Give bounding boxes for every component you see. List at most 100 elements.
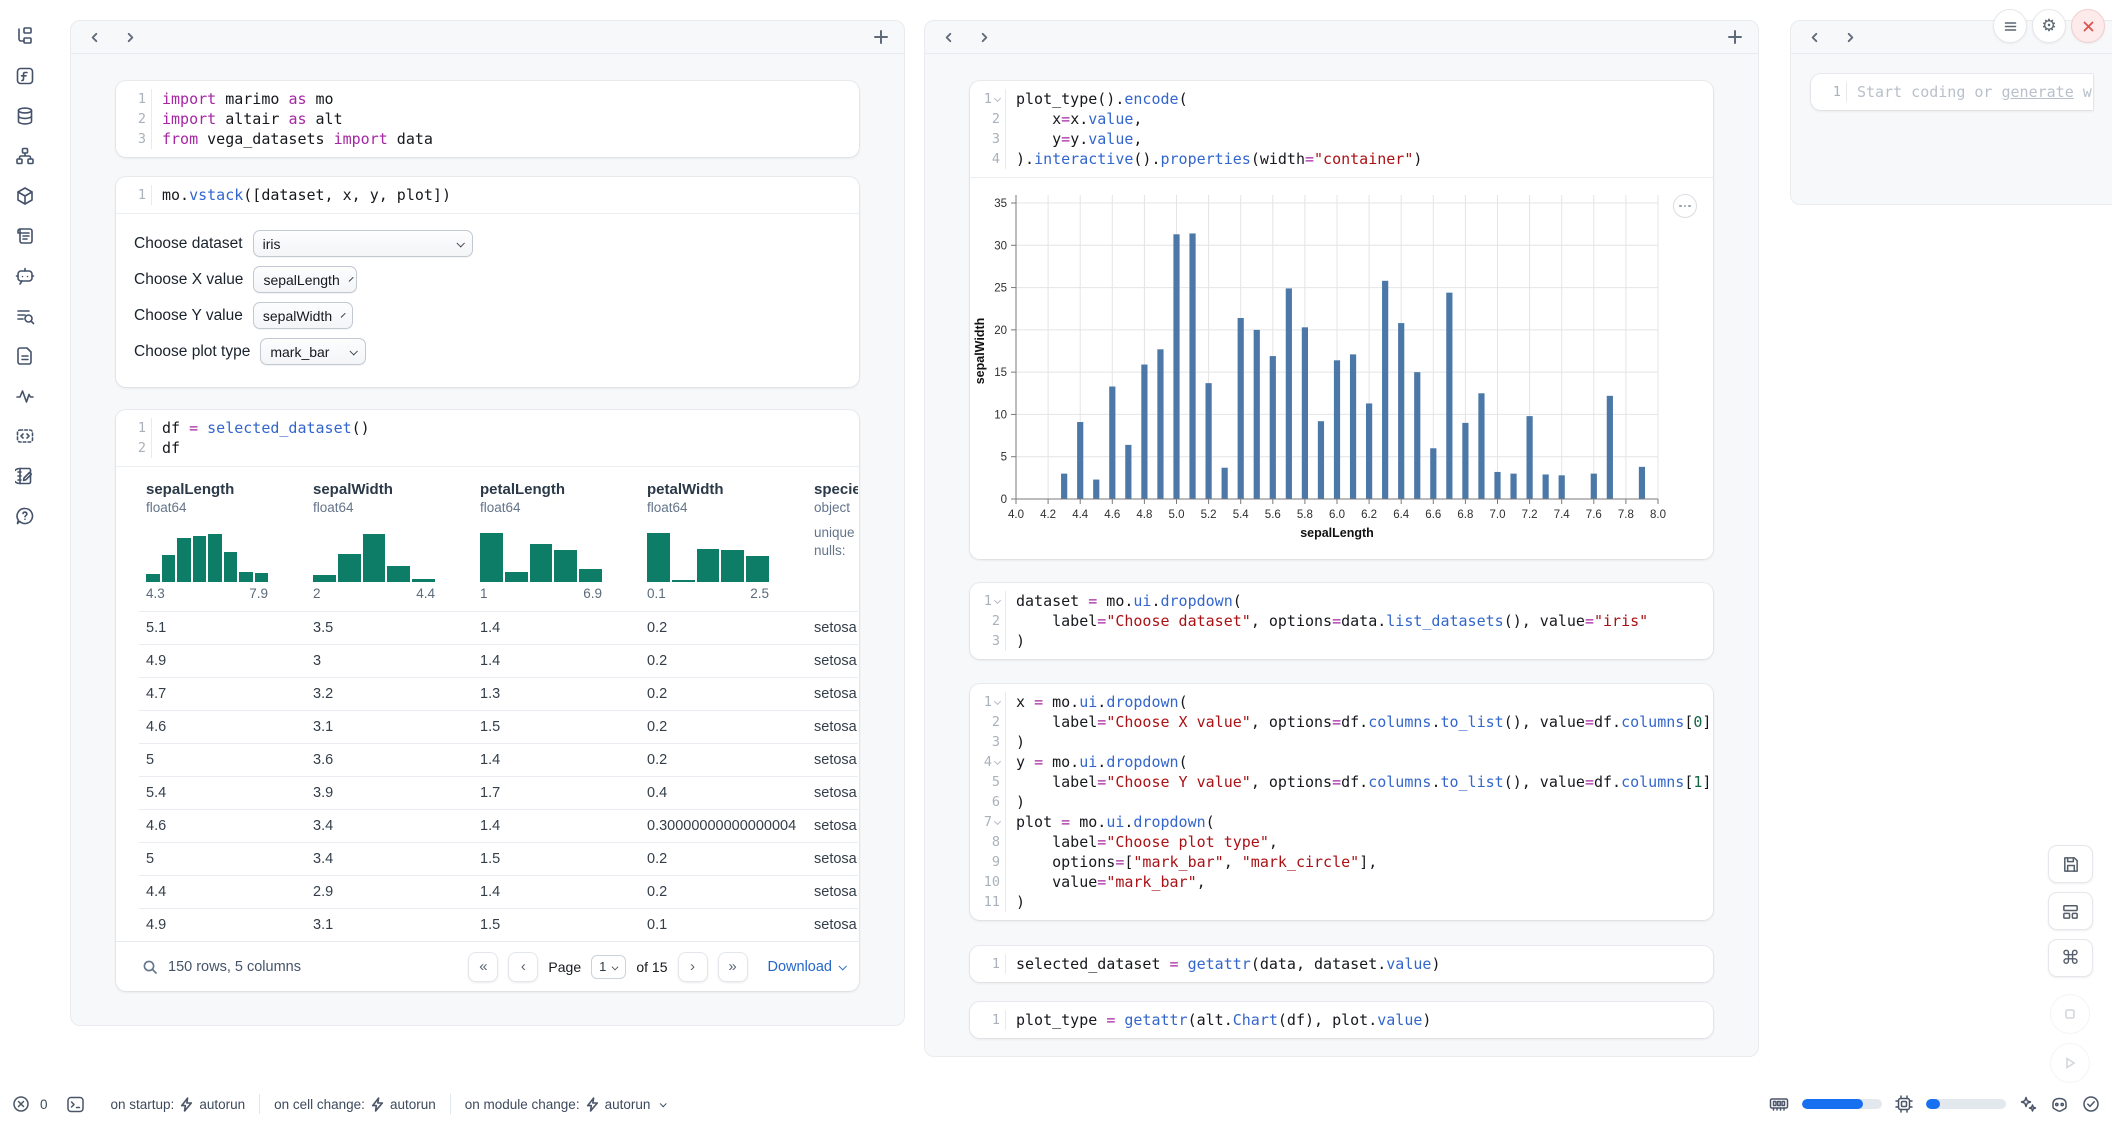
dropdown-select[interactable]: iris [253, 230, 473, 257]
column-histogram [313, 524, 435, 582]
notebook-icon[interactable] [13, 464, 37, 488]
table-row[interactable]: 4.42.91.40.2setosa [139, 875, 858, 908]
svg-text:sepalLength: sepalLength [1300, 526, 1374, 540]
stop-button[interactable] [2050, 994, 2090, 1034]
hierarchy-icon[interactable] [13, 144, 37, 168]
activity-icon[interactable] [13, 384, 37, 408]
code-editor[interactable]: 1mo.vstack([dataset, x, y, plot]) [116, 177, 859, 213]
row-count-summary: 150 rows, 5 columns [168, 959, 301, 975]
database-icon[interactable] [13, 104, 37, 128]
add-cell-button[interactable] [1726, 28, 1744, 46]
dropdown-select[interactable]: mark_bar [260, 338, 366, 365]
errors-icon[interactable] [12, 1095, 30, 1113]
table-column-header[interactable]: speciesobjectuniquenulls: [807, 481, 858, 601]
table-cell: 1.7 [473, 785, 640, 801]
settings-gear-button[interactable]: ⚙ [2032, 9, 2066, 43]
file-tree-icon[interactable] [13, 24, 37, 48]
on-startup-setting[interactable]: on startup: autorun [97, 1097, 260, 1112]
svg-text:4.8: 4.8 [1136, 509, 1152, 521]
collapse-left-icon[interactable] [939, 28, 957, 46]
collapse-right-icon[interactable] [975, 28, 993, 46]
table-row[interactable]: 5.43.91.70.4setosa [139, 776, 858, 809]
keyboard-shortcuts-button[interactable]: ⌘ [2048, 939, 2093, 977]
table-row[interactable]: 53.61.40.2setosa [139, 743, 858, 776]
chatbot-icon[interactable] [13, 264, 37, 288]
vega-actions-button[interactable] [1673, 194, 1697, 218]
code-editor[interactable]: 1import marimo as mo2import altair as al… [116, 81, 859, 157]
cell-xy-plot-dropdowns[interactable]: 1x = mo.ui.dropdown(2 label="Choose X va… [970, 684, 1713, 920]
code-editor[interactable]: 1plot_type = getattr(alt.Chart(df), plot… [970, 1002, 1713, 1038]
bolt-icon [180, 1097, 193, 1112]
code-editor[interactable]: 1x = mo.ui.dropdown(2 label="Choose X va… [970, 684, 1713, 920]
snippet-icon[interactable] [13, 424, 37, 448]
close-button[interactable] [2071, 9, 2105, 43]
next-page-button[interactable]: › [678, 952, 708, 982]
last-page-button[interactable]: » [718, 952, 748, 982]
search-icon[interactable] [142, 959, 158, 975]
svg-text:7.0: 7.0 [1490, 509, 1506, 521]
code-editor[interactable]: 1plot_type().encode(2 x=x.value,3 y=y.va… [970, 81, 1713, 177]
table-cell: 0.2 [640, 851, 807, 867]
dropdown-select[interactable]: sepalLength [253, 266, 357, 293]
cell-plot-type[interactable]: 1plot_type = getattr(alt.Chart(df), plot… [970, 1002, 1713, 1038]
help-icon[interactable] [13, 504, 37, 528]
download-button[interactable]: Download [768, 959, 846, 975]
editor-placeholder[interactable]: Start coding or generate with [1847, 83, 2093, 101]
cell-dataframe[interactable]: 1df = selected_dataset()2df sepalLengthf… [116, 410, 859, 991]
altair-bar-chart: 4.04.24.44.64.85.05.25.45.65.86.06.26.46… [970, 181, 1713, 553]
table-row[interactable]: 4.63.11.50.2setosa [139, 710, 858, 743]
table-row[interactable]: 4.931.40.2setosa [139, 644, 858, 677]
table-column-header[interactable]: petalLengthfloat6416.9 [473, 481, 640, 601]
add-cell-button[interactable] [872, 28, 890, 46]
list-search-icon[interactable] [13, 304, 37, 328]
menu-button[interactable] [1993, 9, 2027, 43]
document-icon[interactable] [13, 344, 37, 368]
page-select[interactable]: 1 [591, 955, 626, 979]
cell-vstack[interactable]: 1mo.vstack([dataset, x, y, plot]) Choose… [116, 177, 859, 387]
dropdown-select[interactable]: sepalWidth [253, 302, 353, 329]
code-editor[interactable]: 1dataset = mo.ui.dropdown(2 label="Choos… [970, 583, 1713, 659]
scroll-icon[interactable] [13, 224, 37, 248]
code-editor[interactable]: 1df = selected_dataset()2df [116, 410, 859, 466]
table-row[interactable]: 4.93.11.50.1setosa [139, 908, 858, 941]
table-column-header[interactable]: sepalLengthfloat644.37.9 [139, 481, 306, 601]
cell-scratch[interactable]: 1 Start coding or generate with [1811, 74, 2093, 110]
svg-text:10: 10 [994, 409, 1007, 421]
cell-plot[interactable]: 1plot_type().encode(2 x=x.value,3 y=y.va… [970, 81, 1713, 559]
cpu-usage-meter [1926, 1099, 2006, 1109]
svg-text:7.6: 7.6 [1586, 509, 1602, 521]
layout-button[interactable] [2048, 892, 2093, 930]
generate-link[interactable]: generate [2002, 83, 2074, 101]
copilot-icon[interactable] [2050, 1096, 2069, 1113]
cell-dataset-dropdown[interactable]: 1dataset = mo.ui.dropdown(2 label="Choos… [970, 583, 1713, 659]
collapse-right-icon[interactable] [1841, 28, 1859, 46]
function-icon[interactable] [13, 64, 37, 88]
svg-text:4.0: 4.0 [1008, 509, 1024, 521]
cell-imports[interactable]: 1import marimo as mo2import altair as al… [116, 81, 859, 157]
svg-text:5: 5 [1001, 452, 1007, 464]
table-row[interactable]: 5.13.51.40.2setosa [139, 611, 858, 644]
save-button[interactable] [2048, 845, 2093, 883]
prev-page-button[interactable]: ‹ [508, 952, 538, 982]
package-icon[interactable] [13, 184, 37, 208]
table-row[interactable]: 4.73.21.30.2setosa [139, 677, 858, 710]
collapse-left-icon[interactable] [1805, 28, 1823, 46]
table-column-header[interactable]: petalWidthfloat640.12.5 [640, 481, 807, 601]
on-cell-change-setting[interactable]: on cell change: autorun [260, 1097, 450, 1112]
table-row[interactable]: 53.41.50.2setosa [139, 842, 858, 875]
collapse-right-icon[interactable] [121, 28, 139, 46]
run-all-button[interactable] [2050, 1043, 2090, 1083]
code-editor[interactable]: 1selected_dataset = getattr(data, datase… [970, 946, 1713, 982]
table-row[interactable]: 4.63.41.40.30000000000000004setosa [139, 809, 858, 842]
connection-status-icon[interactable] [2082, 1095, 2100, 1113]
table-column-header[interactable]: sepalWidthfloat6424.4 [306, 481, 473, 601]
column-panel-3: 1 Start coding or generate with [1790, 20, 2112, 205]
ai-sparkles-icon[interactable] [2019, 1095, 2037, 1113]
collapse-left-icon[interactable] [85, 28, 103, 46]
first-page-button[interactable]: « [468, 952, 498, 982]
terminal-icon[interactable] [66, 1095, 85, 1114]
svg-text:15: 15 [994, 367, 1007, 379]
on-module-change-setting[interactable]: on module change: autorun [451, 1097, 680, 1112]
cell-selected-dataset[interactable]: 1selected_dataset = getattr(data, datase… [970, 946, 1713, 982]
table-cell: setosa [807, 620, 858, 636]
